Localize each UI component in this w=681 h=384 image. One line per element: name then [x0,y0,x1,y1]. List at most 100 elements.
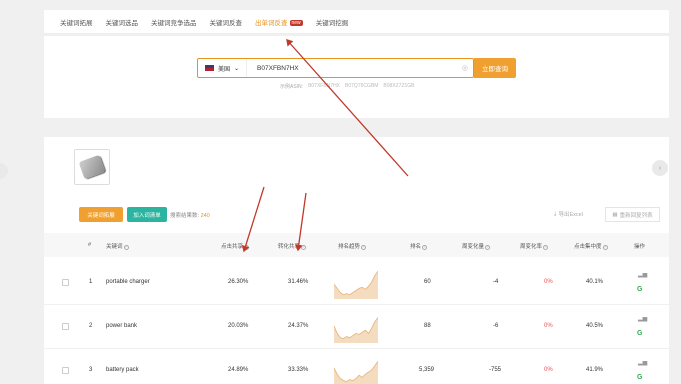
tab-keyword-expand[interactable]: 关键词拓展 [60,17,93,27]
help-icon: ? [602,245,608,250]
row-index: 3 [89,367,93,373]
row-index: 1 [89,279,93,285]
sparkline-area [334,361,378,384]
row-weekly-rate: 0% [544,323,553,329]
google-icon[interactable]: G [637,286,642,293]
examples-label: 示例ASIN: [280,84,304,90]
col-label: 点击共享 [221,244,244,250]
row-click-share: 20.03% [228,323,249,329]
col-index: # [88,242,92,248]
row-checkbox[interactable] [62,323,69,330]
asin-input[interactable]: B07XFBN7HX [247,65,462,72]
keyword-expand-button[interactable]: 关键词拓展 [79,207,123,222]
export-excel-button[interactable]: ⤓ 导出Excel [554,210,583,219]
col-actions: 操作 [634,244,646,250]
market-label: 美国 [218,66,231,73]
row-keyword[interactable]: power bank [106,323,137,329]
rank-trend-sparkline [334,361,378,384]
row-weekly-change: -6 [493,323,499,329]
restore-list-button[interactable]: ▦ 重新回复列表 [605,207,660,222]
row-rank: 60 [424,279,431,285]
google-icon[interactable]: G [637,374,642,381]
example-asin[interactable]: B08XZ7Z1GB [383,83,414,90]
col-rank[interactable]: 排名? [410,242,428,250]
col-click-concentration[interactable]: 点击集中度? [574,242,608,250]
grid-icon: ▦ [612,211,618,218]
col-label: 周变化率 [520,244,543,250]
row-checkbox[interactable] [62,367,69,374]
export-label: 导出Excel [558,212,583,218]
col-click-share[interactable]: 点击共享? [221,242,250,250]
help-icon: ? [244,245,250,250]
col-label: 关键词 [106,244,123,250]
row-click-share: 26.30% [228,279,249,285]
col-weekly-rate[interactable]: 周变化率? [520,242,549,250]
help-icon: ? [361,245,367,250]
row-checkbox[interactable] [62,279,69,286]
row-click-concentration: 41.9% [586,367,604,373]
example-asin[interactable]: B07Q76CGBM [345,83,378,90]
example-asins: 示例ASIN: B07XFBN7HX B07Q76CGBM B08XZ7Z1GB [280,83,415,90]
eye-icon[interactable]: ◎ [462,64,473,72]
scroll-right-button[interactable]: ‹ [652,160,668,176]
rank-trend-sparkline [334,271,378,299]
col-keyword[interactable]: 关键词? [106,242,129,250]
col-label: 转化共享 [278,244,301,250]
bar-chart-icon[interactable]: ▂▅ [638,359,647,366]
col-conversion-share[interactable]: 转化共享? [278,242,307,250]
col-label: 周变化量 [462,244,485,250]
results-card: 关键词拓展 加入词清单 搜索结果数: 240 ⤓ 导出Excel ▦ 重新回复列… [44,137,669,384]
new-badge: new [289,19,303,26]
tab-label: 出单词反查 [255,19,288,27]
result-count-value: 240 [200,213,210,219]
restore-label: 重新回复列表 [619,212,653,219]
bar-chart-icon[interactable]: ▂▅ [638,315,647,322]
row-click-concentration: 40.5% [586,323,604,329]
search-box: 美国 ⌄ B07XFBN7HX ◎ [197,58,474,78]
help-icon: ? [123,245,129,250]
table-row: 2 power bank 20.03% 24.37% 88 -6 0% 40.5… [44,305,669,349]
feature-tabs: 关键词拓展 关键词选品 关键词竞争选品 关键词反查 出单词反查 new 关键词挖掘 [44,10,669,34]
market-select[interactable]: 美国 ⌄ [198,59,248,77]
power-bank-image [78,154,106,180]
us-flag-icon [205,65,214,71]
result-count-label: 搜索结果数: [170,213,200,219]
tab-keyword-reverse[interactable]: 关键词反查 [210,17,243,27]
bar-chart-icon[interactable]: ▂▅ [638,271,647,278]
col-label: 排名 [410,244,422,250]
tab-keyword-competition[interactable]: 关键词竞争选品 [151,17,197,27]
row-conversion-share: 24.37% [288,323,309,329]
tab-keyword-mining[interactable]: 关键词挖掘 [316,17,349,27]
row-weekly-rate: 0% [544,367,553,373]
result-count: 搜索结果数: 240 [170,211,210,219]
example-asin[interactable]: B07XFBN7HX [308,83,340,90]
row-index: 2 [89,323,93,329]
row-weekly-change: -755 [489,367,502,373]
sparkline-area [334,271,378,299]
download-icon: ⤓ [554,210,557,217]
sparkline-area [334,317,378,343]
row-conversion-share: 31.46% [288,279,309,285]
add-to-list-button[interactable]: 加入词清单 [127,207,167,222]
col-weekly-change[interactable]: 周变化量? [462,242,491,250]
product-thumbnail[interactable] [74,149,110,185]
help-icon: ? [543,245,549,250]
table-header: # 关键词? 点击共享? 转化共享? 排名趋势? 排名? 周变化量? 周变化率?… [44,233,669,257]
search-button[interactable]: 立即查询 [474,58,516,78]
tab-order-keyword-reverse[interactable]: 出单词反查 new [255,17,303,27]
row-weekly-change: -4 [493,279,499,285]
row-keyword[interactable]: battery pack [106,367,139,373]
tab-keyword-product[interactable]: 关键词选品 [106,17,139,27]
help-icon: ? [301,245,307,250]
rank-trend-sparkline [334,317,378,343]
col-label: 排名趋势 [338,244,361,250]
row-keyword[interactable]: portable charger [106,279,150,285]
table-row: 3 battery pack 24.89% 33.33% 5,359 -755 … [44,349,669,384]
google-icon[interactable]: G [637,330,642,337]
help-icon: ? [422,245,428,250]
col-rank-trend[interactable]: 排名趋势? [338,242,367,250]
row-click-concentration: 40.1% [586,279,604,285]
row-rank: 5,359 [419,367,435,373]
scroll-left-handle[interactable] [0,163,8,179]
col-label: 点击集中度 [574,244,602,250]
